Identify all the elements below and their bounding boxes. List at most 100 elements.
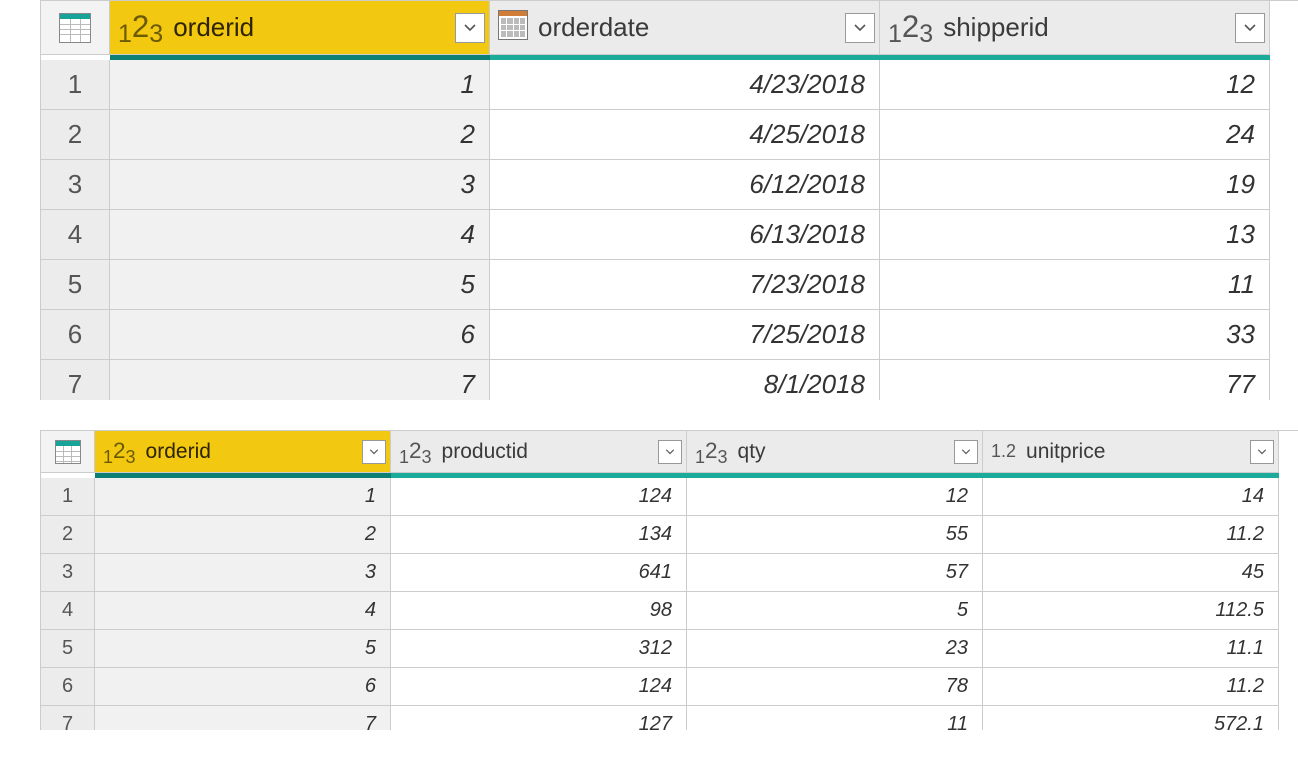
- cell-shipperid[interactable]: 13: [880, 210, 1270, 260]
- cell-unitprice[interactable]: 11.2: [983, 516, 1279, 554]
- cell-qty[interactable]: 78: [687, 668, 983, 706]
- column-label: unitprice: [1022, 440, 1105, 464]
- row-number[interactable]: 2: [41, 516, 95, 554]
- table-row[interactable]: 667/25/201833: [41, 310, 1298, 360]
- table-row[interactable]: 446/13/201813: [41, 210, 1298, 260]
- cell-productid[interactable]: 641: [391, 554, 687, 592]
- cell-shipperid[interactable]: 33: [880, 310, 1270, 360]
- cell-unitprice[interactable]: 11.1: [983, 630, 1279, 668]
- cell-orderid[interactable]: 6: [95, 668, 391, 706]
- cell-orderid[interactable]: 2: [95, 516, 391, 554]
- cell-qty[interactable]: 23: [687, 630, 983, 668]
- column-filter-orderdate[interactable]: [845, 13, 875, 43]
- cell-shipperid[interactable]: 11: [880, 260, 1270, 310]
- row-number[interactable]: 7: [41, 706, 95, 730]
- cell-unitprice[interactable]: 572.1: [983, 706, 1279, 730]
- orderdetails-table[interactable]: 123orderid123productid123qty1.2unitprice…: [40, 430, 1298, 730]
- column-header-unitprice[interactable]: 1.2 unitprice: [983, 431, 1279, 473]
- column-header-shipperid[interactable]: 123shipperid: [880, 1, 1270, 55]
- cell-productid[interactable]: 98: [391, 592, 687, 630]
- table-row[interactable]: 557/23/201811: [41, 260, 1298, 310]
- cell-orderdate[interactable]: 6/13/2018: [490, 210, 880, 260]
- row-number[interactable]: 1: [41, 60, 110, 110]
- column-header-orderdate[interactable]: orderdate: [490, 1, 880, 55]
- row-number[interactable]: 5: [41, 260, 110, 310]
- column-filter-qty[interactable]: [954, 440, 978, 464]
- cell-orderid[interactable]: 2: [110, 110, 490, 160]
- table-row[interactable]: 336/12/201819: [41, 160, 1298, 210]
- cell-orderdate[interactable]: 7/25/2018: [490, 310, 880, 360]
- cell-orderid[interactable]: 3: [110, 160, 490, 210]
- table-row[interactable]: 224/25/201824: [41, 110, 1298, 160]
- cell-qty[interactable]: 12: [687, 478, 983, 516]
- cell-shipperid[interactable]: 77: [880, 360, 1270, 400]
- table-row[interactable]: 336415745: [41, 554, 1298, 592]
- cell-productid[interactable]: 127: [391, 706, 687, 730]
- cell-qty[interactable]: 57: [687, 554, 983, 592]
- cell-shipperid[interactable]: 24: [880, 110, 1270, 160]
- cell-orderid[interactable]: 3: [95, 554, 391, 592]
- column-filter-orderid[interactable]: [362, 440, 386, 464]
- table-row[interactable]: 44985112.5: [41, 592, 1298, 630]
- table-row[interactable]: 778/1/201877: [41, 360, 1298, 400]
- row-number[interactable]: 5: [41, 630, 95, 668]
- cell-orderid[interactable]: 6: [110, 310, 490, 360]
- cell-orderid[interactable]: 1: [95, 478, 391, 516]
- cell-orderdate[interactable]: 4/23/2018: [490, 60, 880, 110]
- row-number[interactable]: 7: [41, 360, 110, 400]
- cell-unitprice[interactable]: 45: [983, 554, 1279, 592]
- column-label: orderid: [169, 12, 254, 43]
- cell-unitprice[interactable]: 11.2: [983, 668, 1279, 706]
- row-number[interactable]: 3: [41, 160, 110, 210]
- cell-orderid[interactable]: 1: [110, 60, 490, 110]
- cell-qty[interactable]: 11: [687, 706, 983, 730]
- column-filter-productid[interactable]: [658, 440, 682, 464]
- cell-unitprice[interactable]: 14: [983, 478, 1279, 516]
- cell-orderdate[interactable]: 4/25/2018: [490, 110, 880, 160]
- row-number[interactable]: 2: [41, 110, 110, 160]
- row-number[interactable]: 1: [41, 478, 95, 516]
- decimal-type-icon: 1.2: [991, 441, 1016, 462]
- cell-orderdate[interactable]: 8/1/2018: [490, 360, 880, 400]
- cell-productid[interactable]: 134: [391, 516, 687, 554]
- cell-orderid[interactable]: 7: [95, 706, 391, 730]
- table-row[interactable]: 553122311.1: [41, 630, 1298, 668]
- orders-table[interactable]: 123orderidorderdate123shipperid114/23/20…: [40, 0, 1298, 400]
- select-all-corner[interactable]: [41, 1, 110, 55]
- row-number[interactable]: 6: [41, 668, 95, 706]
- column-header-orderid[interactable]: 123orderid: [95, 431, 391, 473]
- cell-qty[interactable]: 5: [687, 592, 983, 630]
- cell-orderid[interactable]: 7: [110, 360, 490, 400]
- column-label: shipperid: [939, 12, 1049, 43]
- cell-orderid[interactable]: 4: [110, 210, 490, 260]
- table-row[interactable]: 7712711572.1: [41, 706, 1298, 730]
- row-number[interactable]: 4: [41, 592, 95, 630]
- cell-orderid[interactable]: 5: [110, 260, 490, 310]
- cell-orderdate[interactable]: 6/12/2018: [490, 160, 880, 210]
- cell-productid[interactable]: 124: [391, 478, 687, 516]
- row-number[interactable]: 4: [41, 210, 110, 260]
- row-number[interactable]: 6: [41, 310, 110, 360]
- column-header-qty[interactable]: 123qty: [687, 431, 983, 473]
- table-row[interactable]: 111241214: [41, 478, 1298, 516]
- cell-orderid[interactable]: 5: [95, 630, 391, 668]
- cell-shipperid[interactable]: 12: [880, 60, 1270, 110]
- cell-shipperid[interactable]: 19: [880, 160, 1270, 210]
- cell-orderdate[interactable]: 7/23/2018: [490, 260, 880, 310]
- column-filter-orderid[interactable]: [455, 13, 485, 43]
- cell-unitprice[interactable]: 112.5: [983, 592, 1279, 630]
- table-row[interactable]: 661247811.2: [41, 668, 1298, 706]
- table-row[interactable]: 114/23/201812: [41, 60, 1298, 110]
- cell-orderid[interactable]: 4: [95, 592, 391, 630]
- cell-productid[interactable]: 312: [391, 630, 687, 668]
- column-header-productid[interactable]: 123productid: [391, 431, 687, 473]
- select-all-corner[interactable]: [41, 431, 95, 473]
- row-number[interactable]: 3: [41, 554, 95, 592]
- column-filter-shipperid[interactable]: [1235, 13, 1265, 43]
- column-filter-unitprice[interactable]: [1250, 440, 1274, 464]
- column-label: orderid: [142, 440, 211, 464]
- table-row[interactable]: 221345511.2: [41, 516, 1298, 554]
- cell-qty[interactable]: 55: [687, 516, 983, 554]
- column-header-orderid[interactable]: 123orderid: [110, 1, 490, 55]
- cell-productid[interactable]: 124: [391, 668, 687, 706]
